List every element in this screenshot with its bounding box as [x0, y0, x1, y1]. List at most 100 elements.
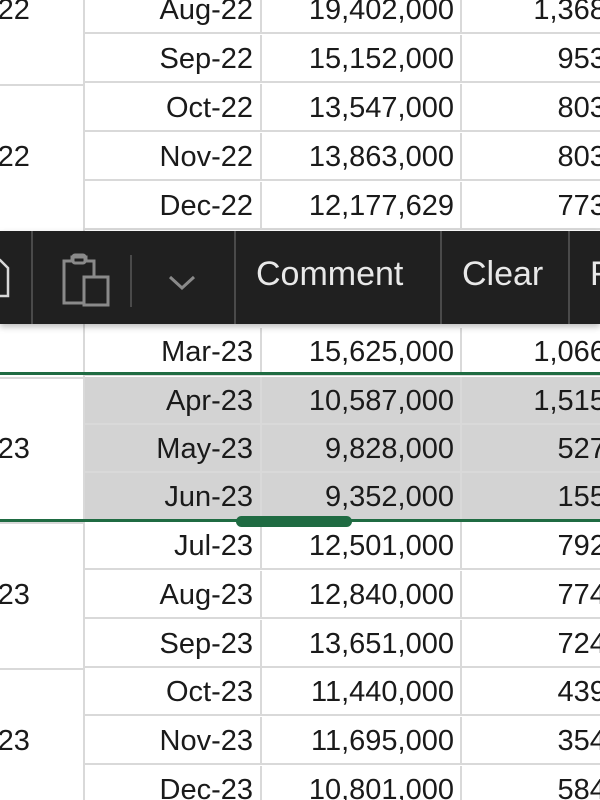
quarter-label: -23	[0, 725, 30, 757]
value-cell[interactable]: 11,440,000	[262, 668, 462, 716]
value-cell[interactable]: 15,152,000	[262, 35, 462, 83]
month-cell[interactable]: Sep-23	[83, 620, 262, 668]
value-cell[interactable]: 10,587,000	[262, 377, 462, 425]
chevron-down-icon[interactable]	[164, 271, 200, 295]
quarter-label: -23	[0, 579, 30, 611]
partial-value-cell[interactable]: 1,066,	[462, 328, 600, 376]
partial-value-cell[interactable]: 439,	[462, 668, 600, 716]
partial-value-text: 724,	[557, 628, 600, 660]
month-cell[interactable]: Mar-23	[83, 328, 262, 376]
table-row[interactable]: Aug-22 19,402,000 1,368,	[0, 0, 600, 34]
value-cell[interactable]: 13,547,000	[262, 84, 462, 132]
toolbar-separator	[568, 231, 570, 324]
month-cell[interactable]: Oct-23	[83, 668, 262, 716]
partial-value-cell[interactable]: 774,	[462, 571, 600, 619]
value-cell[interactable]: 13,863,000	[262, 133, 462, 181]
partial-value-text: 773,	[557, 190, 600, 222]
partial-value-text: 155,	[557, 481, 600, 513]
partial-value-cell[interactable]: 724,	[462, 620, 600, 668]
partial-value-cell[interactable]: 953,	[462, 35, 600, 83]
partial-value-text: 803,	[557, 92, 600, 124]
toolbar-separator	[440, 231, 442, 324]
table-row[interactable]: Sep-22 15,152,000 953,	[0, 35, 600, 83]
table-row[interactable]: Oct-23 11,440,000 439,	[0, 668, 600, 716]
quarter-label: -23	[0, 433, 30, 465]
selection-resize-handle[interactable]	[236, 516, 352, 527]
spreadsheet-grid[interactable]: Aug-22 19,402,000 1,368, Sep-22 15,152,0…	[0, 0, 600, 800]
quarter-cell[interactable]: -23	[0, 717, 83, 765]
quarter-cell[interactable]: -22	[0, 133, 83, 181]
table-row[interactable]: Dec-23 10,801,000 584,	[0, 766, 600, 800]
value-cell[interactable]: 12,840,000	[262, 571, 462, 619]
partial-value-cell[interactable]: 527,	[462, 425, 600, 473]
partial-value-text: 527,	[557, 433, 600, 465]
value-cell[interactable]: 11,695,000	[262, 717, 462, 765]
quarter-label: -22	[0, 141, 30, 173]
month-cell[interactable]: Jul-23	[83, 522, 262, 570]
partial-value-cell[interactable]: 354,	[462, 717, 600, 765]
partial-value-text: 792,	[557, 530, 600, 562]
partial-value-text: 1,066,	[533, 336, 600, 368]
table-row[interactable]: Mar-23 15,625,000 1,066,	[0, 328, 600, 376]
toolbar-separator	[31, 231, 33, 324]
month-cell[interactable]: May-23	[83, 425, 262, 473]
quarter-divider	[0, 668, 83, 670]
table-row[interactable]: Nov-22 13,863,000 803,	[0, 133, 600, 181]
month-cell[interactable]: Jun-23	[83, 473, 262, 521]
month-cell[interactable]: Dec-23	[83, 766, 262, 800]
value-cell[interactable]: 19,402,000	[262, 0, 462, 34]
table-row-selected[interactable]: Jun-23 9,352,000 155,	[0, 473, 600, 521]
month-cell[interactable]: Aug-22	[83, 0, 262, 34]
table-row[interactable]: Sep-23 13,651,000 724,	[0, 620, 600, 668]
month-cell[interactable]: Oct-22	[83, 84, 262, 132]
quarter-divider	[0, 84, 83, 86]
selection-top-border	[0, 372, 600, 375]
partial-value-text: 439,	[557, 676, 600, 708]
month-cell[interactable]: Aug-23	[83, 571, 262, 619]
month-cell[interactable]: Sep-22	[83, 35, 262, 83]
value-cell[interactable]: 9,828,000	[262, 425, 462, 473]
value-cell[interactable]: 12,177,629	[262, 182, 462, 230]
toolbar-separator	[234, 231, 236, 324]
partial-value-cell[interactable]: 792,	[462, 522, 600, 570]
value-cell[interactable]: 9,352,000	[262, 473, 462, 521]
month-cell[interactable]: Nov-23	[83, 717, 262, 765]
more-button-partial[interactable]: F	[590, 231, 600, 324]
table-row[interactable]: Oct-22 13,547,000 803,	[0, 84, 600, 132]
value-cell[interactable]: 13,651,000	[262, 620, 462, 668]
quarter-divider	[0, 377, 83, 379]
quarter-label: -22	[0, 0, 30, 26]
partial-value-text: 774,	[557, 579, 600, 611]
partial-value-cell[interactable]: 1,515,	[462, 377, 600, 425]
table-row[interactable]: Dec-22 12,177,629 773,	[0, 182, 600, 230]
comment-button[interactable]: Comment	[256, 231, 403, 324]
document-icon[interactable]	[0, 258, 10, 298]
partial-value-cell[interactable]: 803,	[462, 84, 600, 132]
partial-value-text: 1,368,	[533, 0, 600, 26]
table-row-selected[interactable]: Apr-23 10,587,000 1,515,	[0, 377, 600, 425]
partial-value-text: 354,	[557, 725, 600, 757]
quarter-cell[interactable]: -23	[0, 425, 83, 473]
clear-button[interactable]: Clear	[462, 231, 543, 324]
value-cell[interactable]: 10,801,000	[262, 766, 462, 800]
table-row[interactable]: Nov-23 11,695,000 354,	[0, 717, 600, 765]
partial-value-text: 584,	[557, 774, 600, 800]
value-cell[interactable]: 15,625,000	[262, 328, 462, 376]
partial-value-cell[interactable]: 155,	[462, 473, 600, 521]
table-row[interactable]: Aug-23 12,840,000 774,	[0, 571, 600, 619]
table-row-selected[interactable]: May-23 9,828,000 527,	[0, 425, 600, 473]
partial-value-cell[interactable]: 584,	[462, 766, 600, 800]
partial-value-cell[interactable]: 773,	[462, 182, 600, 230]
paste-icon[interactable]	[58, 253, 114, 309]
partial-value-cell[interactable]: 803,	[462, 133, 600, 181]
quarter-cell[interactable]: -23	[0, 571, 83, 619]
month-cell[interactable]: Apr-23	[83, 377, 262, 425]
month-cell[interactable]: Nov-22	[83, 133, 262, 181]
partial-value-cell[interactable]: 1,368,	[462, 0, 600, 34]
value-cell[interactable]: 12,501,000	[262, 522, 462, 570]
quarter-cell[interactable]: -22	[0, 0, 83, 34]
month-cell[interactable]: Dec-22	[83, 182, 262, 230]
quarter-divider	[0, 522, 83, 524]
partial-value-text: 803,	[557, 141, 600, 173]
table-row[interactable]: Jul-23 12,501,000 792,	[0, 522, 600, 570]
